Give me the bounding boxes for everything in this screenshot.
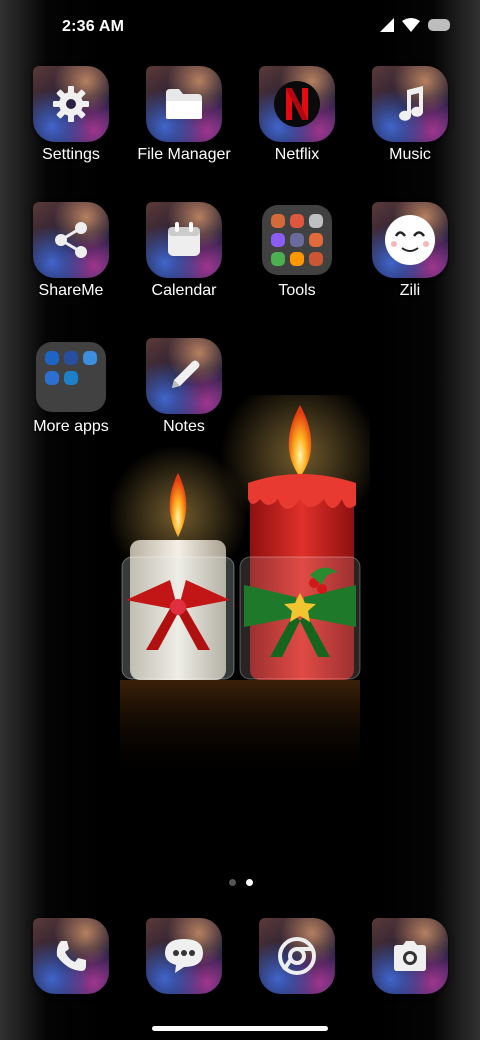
folder-mini-app-icon (309, 213, 324, 228)
status-icons (380, 18, 450, 32)
status-bar: 2:36 AM (0, 0, 480, 56)
settings-app-icon[interactable] (33, 66, 109, 142)
folder-mini-app-icon (83, 351, 98, 365)
file-manager-app-icon[interactable] (146, 66, 222, 142)
music-label: Music (389, 146, 431, 163)
folder-mini-app-icon (270, 232, 285, 247)
chrome-icon (278, 937, 316, 975)
page-indicator (229, 879, 253, 886)
share-icon (55, 222, 87, 258)
notes-app-icon[interactable] (146, 338, 222, 414)
netflix-app-icon[interactable] (259, 66, 335, 142)
gear-icon (53, 86, 89, 122)
battery-icon (428, 19, 450, 31)
tools-folder[interactable] (262, 205, 332, 275)
file-manager-label: File Manager (137, 146, 231, 163)
page-dot-2[interactable] (246, 879, 253, 886)
music-app-icon[interactable] (372, 66, 448, 142)
folder-mini-app-icon (289, 252, 304, 267)
more-apps-label: More apps (33, 418, 109, 435)
candle-wallpaper-art (110, 395, 370, 780)
folder-mini-app-icon (63, 351, 78, 365)
clock: 2:36 AM (62, 18, 125, 35)
more-apps-folder[interactable] (36, 342, 106, 412)
folder-mini-app-icon (63, 371, 78, 385)
calendar-app-icon[interactable] (146, 202, 222, 278)
folder-mini-app-icon (270, 252, 285, 267)
phone-icon (56, 941, 86, 971)
netflix-logo-icon (274, 81, 320, 127)
signal-icon (380, 18, 394, 32)
pencil-icon (172, 360, 200, 388)
wifi-icon (402, 18, 420, 32)
music-note-icon (399, 86, 423, 121)
tools-label: Tools (278, 282, 316, 299)
chrome-app-icon[interactable] (259, 918, 335, 994)
folder-mini-app-icon (289, 232, 304, 247)
folder-mini-app-icon (309, 232, 324, 247)
zili-label: Zili (399, 282, 421, 299)
messages-app-icon[interactable] (146, 918, 222, 994)
page-dot-1[interactable] (229, 879, 236, 886)
shareme-label: ShareMe (38, 282, 104, 299)
folder-mini-app-icon (289, 213, 304, 228)
folder-icon (166, 89, 202, 119)
home-gesture-bar[interactable] (152, 1026, 328, 1031)
settings-label: Settings (42, 146, 100, 163)
folder-mini-app-icon (270, 213, 285, 228)
camera-app-icon[interactable] (372, 918, 448, 994)
phone-app-icon[interactable] (33, 918, 109, 994)
folder-mini-app-icon (44, 351, 59, 365)
netflix-label: Netflix (274, 146, 320, 163)
camera-icon (394, 941, 426, 971)
shareme-app-icon[interactable] (33, 202, 109, 278)
folder-mini-app-icon (44, 371, 59, 385)
folder-mini-app-icon (309, 252, 324, 267)
messages-icon (165, 939, 203, 973)
notes-label: Notes (163, 418, 205, 435)
zili-app-icon[interactable] (372, 202, 448, 278)
calendar-icon (168, 222, 200, 256)
smiley-face-icon (385, 215, 435, 265)
calendar-label: Calendar (151, 282, 217, 299)
